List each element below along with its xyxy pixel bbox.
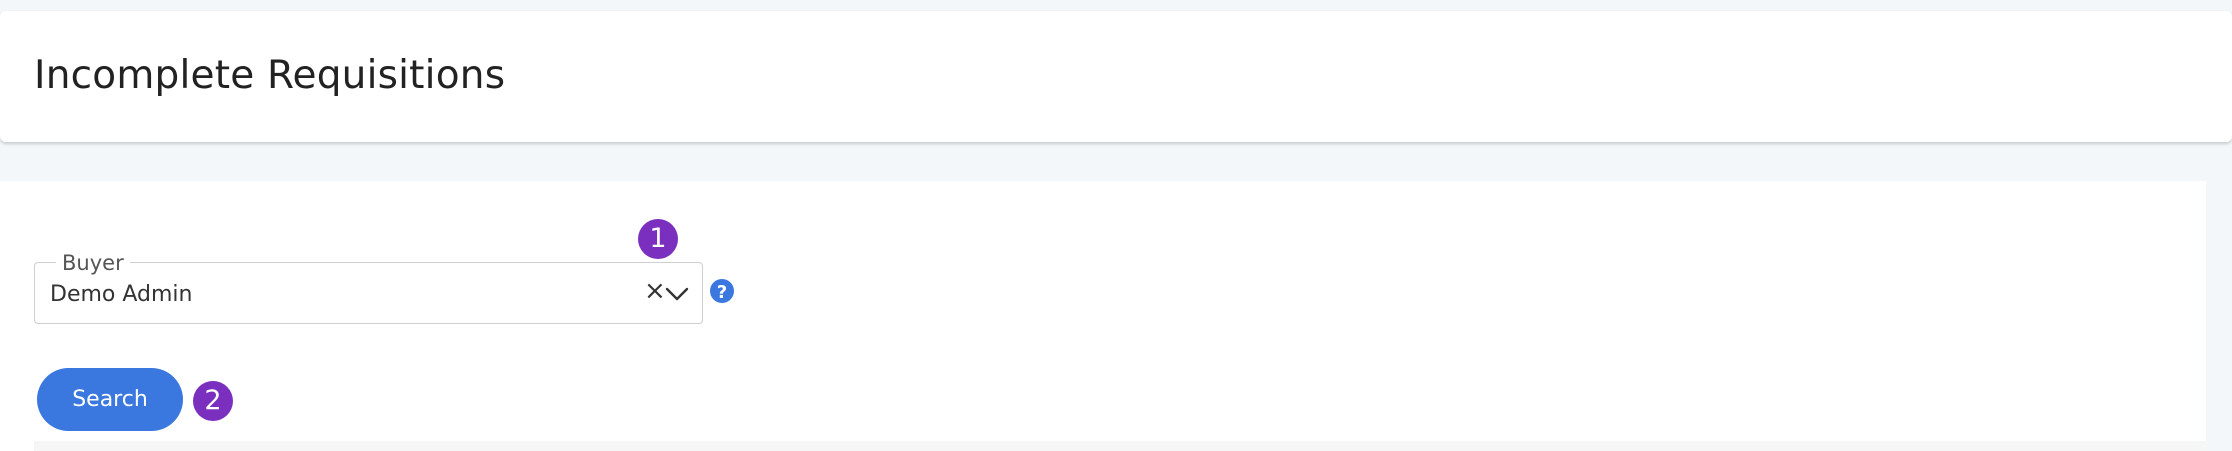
chevron-down-icon[interactable]	[664, 284, 690, 304]
buyer-field-label: Buyer	[56, 251, 130, 275]
step-badge-1: 1	[638, 219, 678, 259]
page-header: Incomplete Requisitions	[0, 11, 2232, 142]
top-strip	[0, 0, 2232, 11]
step-badge-2: 2	[193, 381, 233, 421]
help-icon-glyph: ?	[717, 282, 727, 303]
clear-icon[interactable]: ×	[644, 278, 666, 304]
buyer-selected-value[interactable]: Demo Admin	[50, 282, 192, 307]
page-title: Incomplete Requisitions	[34, 53, 506, 98]
results-area	[34, 441, 2206, 451]
help-icon[interactable]: ?	[709, 278, 735, 304]
search-button[interactable]: Search	[37, 368, 183, 431]
